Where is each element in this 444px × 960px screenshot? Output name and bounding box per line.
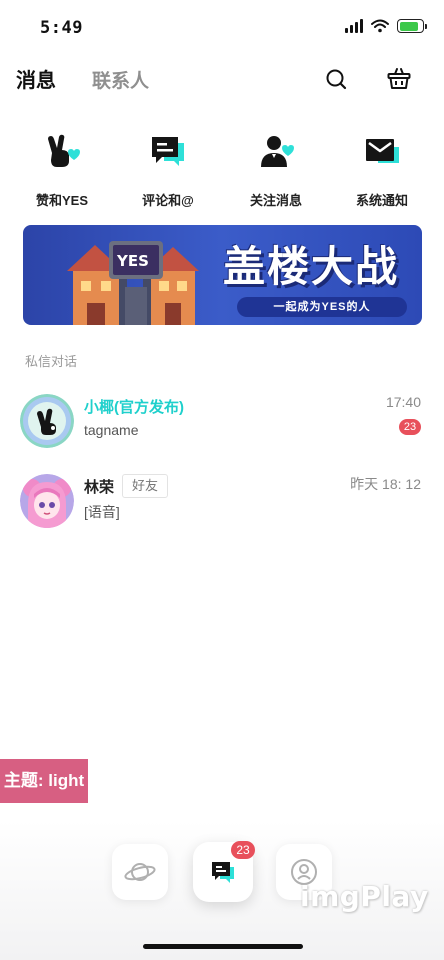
tab-messages[interactable]: 消息 <box>14 64 58 93</box>
chat-item-official[interactable]: 小椰(官方发布) tagname 17:40 23 <box>0 384 444 454</box>
message-icon <box>212 862 234 883</box>
battery-icon <box>397 19 427 33</box>
nav-unread-badge: 23 <box>231 841 255 859</box>
quick-entry-label: 赞和YES <box>35 193 88 208</box>
quick-entry-label: 系统通知 <box>355 193 408 208</box>
quick-entry-likes[interactable]: 赞和YES <box>12 124 112 209</box>
friend-tag: 好友 <box>122 474 169 498</box>
chat-time: 17:40 <box>385 394 421 410</box>
wifi-icon <box>371 19 389 33</box>
cellular-signal-icon <box>345 19 363 33</box>
chat-last-message: tagname <box>84 422 139 438</box>
quick-entries: 赞和YES 评论和@ 关注消息 系统通知 <box>0 124 444 214</box>
planet-icon <box>124 863 156 881</box>
chat-last-message: [语音] <box>84 504 120 520</box>
quick-entry-label: 关注消息 <box>249 193 302 208</box>
mail-icon <box>354 124 410 178</box>
section-label: 私信对话 <box>25 354 78 369</box>
basket-button[interactable] <box>384 64 414 94</box>
follow-user-icon <box>248 124 304 178</box>
anime-girl-avatar[interactable] <box>20 474 74 528</box>
basket-icon <box>387 68 411 89</box>
banner-badge: YES <box>117 252 149 270</box>
watermark: imgPlay <box>300 880 429 913</box>
status-time: 5:49 <box>40 18 83 38</box>
quick-entry-system[interactable]: 系统通知 <box>332 124 432 209</box>
theme-toggle-button[interactable]: 主题: light <box>0 759 88 803</box>
search-icon <box>326 69 347 90</box>
victory-hand-avatar[interactable] <box>20 394 74 448</box>
banner-subtitle: 一起成为YES的人 <box>237 297 407 317</box>
banner-title: 盖楼大战 <box>223 242 400 291</box>
comment-icon <box>140 124 196 178</box>
status-icons <box>345 19 427 33</box>
quick-entry-follows[interactable]: 关注消息 <box>226 124 326 209</box>
victory-hand-icon <box>34 124 90 178</box>
nav-discover-button[interactable] <box>112 844 168 900</box>
quick-entry-label: 评论和@ <box>142 193 194 208</box>
search-button[interactable] <box>321 64 351 94</box>
chat-item-linrong[interactable]: 林荣 好友 [语音] 昨天 18: 12 <box>0 464 444 534</box>
chat-name: 小椰(官方发布) <box>84 399 184 416</box>
tab-contacts[interactable]: 联系人 <box>92 66 149 93</box>
header: 消息 联系人 <box>0 56 444 102</box>
battery-level <box>399 21 419 31</box>
unread-badge: 23 <box>399 419 421 435</box>
quick-entry-comments[interactable]: 评论和@ <box>118 124 218 209</box>
home-indicator <box>143 944 303 949</box>
chat-time: 昨天 18: 12 <box>350 476 421 492</box>
tower-building-illustration <box>67 241 199 325</box>
status-bar: 5:49 <box>0 0 444 56</box>
event-banner[interactable]: YES 盖楼大战 一起成为YES的人 <box>23 225 422 325</box>
chat-name: 林荣 <box>84 479 115 496</box>
